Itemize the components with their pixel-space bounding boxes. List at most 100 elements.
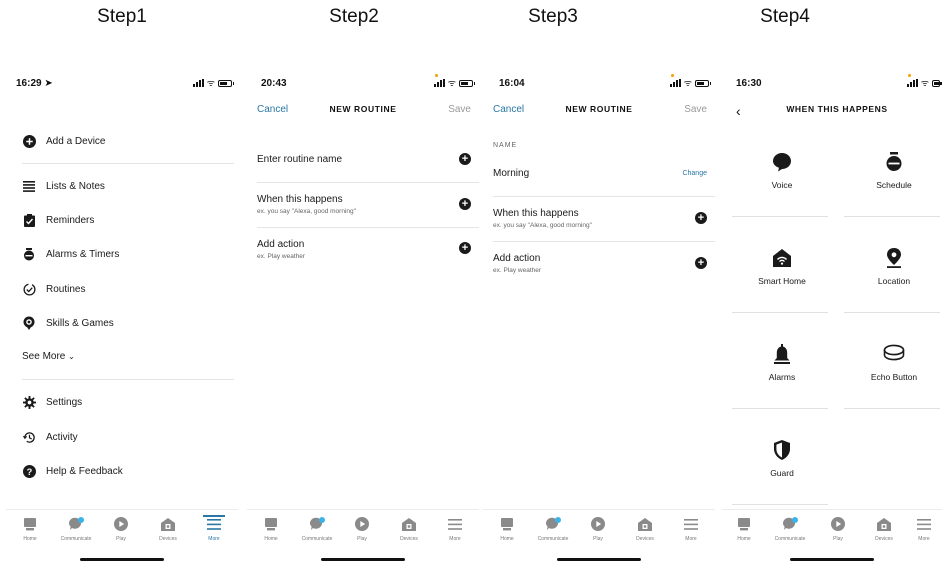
- trigger-hint: ex. you say "Alexa, good morning": [257, 208, 356, 215]
- nav-label: Communicate: [774, 536, 806, 542]
- nav-more[interactable]: More: [194, 515, 234, 542]
- chat-icon: [297, 516, 337, 532]
- signal-icon: [669, 74, 681, 87]
- option-label: Guard: [770, 468, 794, 478]
- add-icon[interactable]: +: [459, 242, 471, 254]
- change-button[interactable]: Change: [682, 170, 707, 177]
- chevron-down-icon: ⌄: [68, 352, 75, 361]
- devices-icon: [148, 516, 188, 532]
- bottom-nav: Home Communicate Play Devices More: [722, 509, 942, 549]
- step-2-title: Step2: [329, 6, 379, 27]
- add-icon[interactable]: +: [459, 198, 471, 210]
- nav-devices[interactable]: Devices: [625, 516, 665, 542]
- trigger-option-smart-home[interactable]: Smart Home: [732, 212, 832, 308]
- menu-item-reminders[interactable]: Reminders: [6, 205, 238, 235]
- svg-text:?: ?: [26, 466, 32, 476]
- nav-label: More: [918, 536, 930, 542]
- menu-item-help-feedback[interactable]: ? Help & Feedback: [6, 456, 238, 486]
- trigger-row[interactable]: When this happens ex. you say "Alexa, go…: [247, 194, 479, 228]
- menu-item-skills-games[interactable]: Skills & Games: [6, 308, 238, 338]
- voice-icon: [732, 152, 832, 172]
- menu-item-activity[interactable]: Activity: [6, 422, 238, 452]
- home-icon: [10, 516, 50, 532]
- nav-more[interactable]: More: [671, 516, 711, 542]
- menu-item-lists-notes[interactable]: Lists & Notes: [6, 171, 238, 201]
- page-title: NEW ROUTINE: [565, 104, 633, 114]
- menu-item-label: Reminders: [46, 214, 95, 226]
- divider: [257, 227, 479, 228]
- trigger-option-location[interactable]: Location: [844, 212, 942, 308]
- see-more-button[interactable]: See More ⌄: [22, 351, 75, 362]
- step-1-screen: 16:29 ➤ ᯤ Add a Device Lists & Notes Rem…: [6, 56, 238, 563]
- nav-devices[interactable]: Devices: [864, 516, 904, 542]
- nav-play[interactable]: Play: [578, 516, 618, 542]
- home-indicator: [790, 558, 874, 561]
- menu-item-routines[interactable]: Routines: [6, 274, 238, 304]
- nav-label: Devices: [875, 536, 893, 542]
- trigger-option-guard[interactable]: Guard: [732, 404, 832, 500]
- menu-item-alarms-timers[interactable]: Alarms & Timers: [6, 239, 238, 269]
- wifi-icon: ᯤ: [447, 78, 456, 88]
- history-icon: [22, 430, 36, 444]
- nav-home[interactable]: Home: [724, 516, 764, 542]
- nav-devices[interactable]: Devices: [389, 516, 429, 542]
- nav-play[interactable]: Play: [342, 516, 382, 542]
- status-time: 20:43: [261, 78, 287, 89]
- routine-name-label: Enter routine name: [257, 154, 343, 165]
- wifi-icon: ᯤ: [920, 78, 929, 88]
- nav-label: Devices: [159, 536, 177, 542]
- trigger-option-schedule[interactable]: Schedule: [844, 116, 942, 212]
- nav-play[interactable]: Play: [818, 516, 858, 542]
- bottom-nav: Home Communicate Play Devices More: [483, 509, 715, 549]
- nav-label: Home: [264, 536, 278, 542]
- trigger-option-voice[interactable]: Voice: [732, 116, 832, 212]
- add-icon[interactable]: +: [695, 257, 707, 269]
- menu-item-label: Alarms & Timers: [46, 248, 120, 260]
- menu-icon: [194, 516, 234, 532]
- trigger-option-alarms[interactable]: Alarms: [732, 308, 832, 404]
- battery-icon: [459, 79, 475, 87]
- nav-home[interactable]: Home: [487, 516, 527, 542]
- nav-play[interactable]: Play: [101, 516, 141, 542]
- nav-label: Devices: [400, 536, 418, 542]
- nav-home[interactable]: Home: [251, 516, 291, 542]
- nav-label: Communicate: [60, 536, 92, 542]
- chat-icon: [533, 516, 573, 532]
- menu-icon: [671, 516, 711, 532]
- routine-name-row[interactable]: Enter routine name +: [247, 152, 479, 182]
- signal-icon: [192, 79, 204, 87]
- nav-communicate[interactable]: Communicate: [297, 516, 337, 542]
- nav-label: Home: [500, 536, 514, 542]
- nav-home[interactable]: Home: [10, 516, 50, 542]
- wifi-icon: ᯤ: [683, 78, 692, 88]
- action-hint: ex. Play weather: [257, 253, 306, 260]
- action-hint: ex. Play weather: [493, 267, 542, 274]
- divider: [22, 163, 234, 164]
- action-row[interactable]: Add action ex. Play weather +: [247, 239, 479, 273]
- routine-header: Cancel NEW ROUTINE Save: [247, 104, 479, 120]
- save-button[interactable]: Save: [448, 104, 471, 115]
- nav-communicate[interactable]: Communicate: [56, 516, 96, 542]
- divider: [257, 182, 479, 183]
- add-icon[interactable]: +: [695, 212, 707, 224]
- nav-devices[interactable]: Devices: [148, 516, 188, 542]
- alarm-icon: [22, 247, 36, 261]
- menu-item-label: Add a Device: [46, 135, 106, 147]
- nav-more[interactable]: More: [908, 516, 940, 542]
- nav-more[interactable]: More: [435, 516, 475, 542]
- list-icon: [22, 179, 36, 193]
- menu-item-add-device[interactable]: Add a Device: [6, 126, 238, 156]
- routine-name-row[interactable]: Morning Change: [483, 168, 715, 188]
- chat-icon: [56, 516, 96, 532]
- action-row[interactable]: Add action ex. Play weather +: [483, 253, 715, 287]
- nav-communicate[interactable]: Communicate: [533, 516, 573, 542]
- menu-item-settings[interactable]: Settings: [6, 387, 238, 417]
- trigger-option-echo-button[interactable]: Echo Button: [844, 308, 942, 404]
- routine-header: Cancel NEW ROUTINE Save: [483, 104, 715, 120]
- trigger-row[interactable]: When this happens ex. you say "Alexa, go…: [483, 208, 715, 242]
- status-bar: 16:04 ᯤ: [483, 74, 715, 94]
- save-button[interactable]: Save: [684, 104, 707, 115]
- add-icon[interactable]: +: [459, 153, 471, 165]
- step-3-screen: 16:04 ᯤ Cancel NEW ROUTINE Save NAME Mor…: [483, 56, 715, 563]
- nav-communicate[interactable]: Communicate: [770, 516, 810, 542]
